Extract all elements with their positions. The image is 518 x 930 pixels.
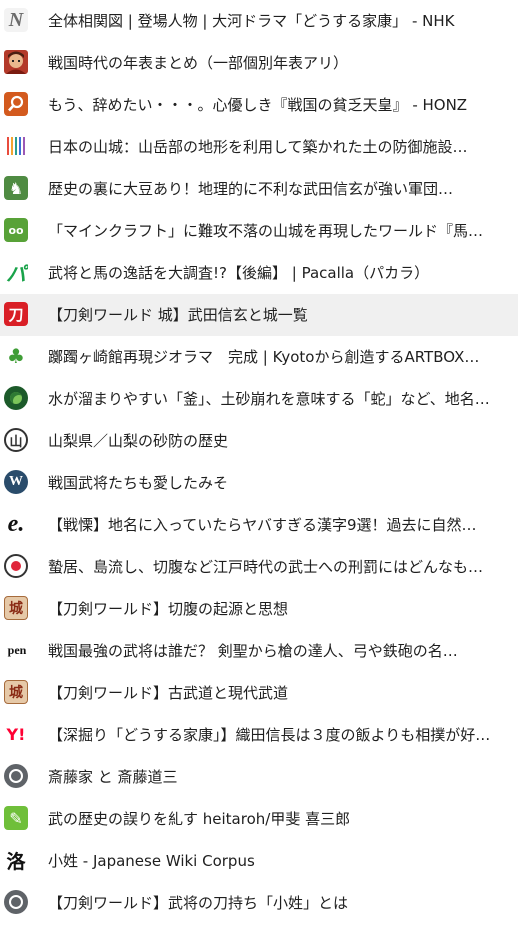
history-item[interactable]: W 戦国武将たちも愛したみそ [0, 462, 518, 504]
history-item-title: 水が溜まりやすい「釜」、土砂崩れを意味する「蛇」など、地名… [48, 390, 490, 408]
history-item-title: 歴史の裏に大豆あり！地理的に不利な武田信玄が強い軍団… [48, 180, 454, 198]
history-item[interactable]: 山 山梨県／山梨の砂防の歴史 [0, 420, 518, 462]
history-item-title: 日本の山城：山岳部の地形を利用して築かれた土の防御施設… [48, 138, 468, 156]
history-item[interactable]: oo 「マインクラフト」に難攻不落の山城を再現したワールド『馬城』… [0, 210, 518, 252]
history-item[interactable]: パ 武将と馬の逸話を大調査!?【後編】 | Pacalla（パカラ） [0, 252, 518, 294]
magnifier-icon [4, 92, 28, 116]
history-item-title: 【深掘り「どうする家康」】織田信長は３度の飯よりも相撲が好… [48, 726, 491, 744]
history-item-title: 「マインクラフト」に難攻不落の山城を再現したワールド『馬城』… [48, 222, 498, 240]
history-item-title: もう、辞めたい・・・。心優しき『戦国の貧乏天皇』 - HONZ [48, 96, 468, 114]
history-item[interactable]: pen 戦国最強の武将は誰だ？ 剣聖から槍の達人、弓や鉄砲の名… [0, 630, 518, 672]
history-item[interactable]: N 全体相関図 | 登場人物 | 大河ドラマ「どうする家康」 - NHK [0, 0, 518, 42]
history-item[interactable]: ✎ 武の歴史の誤りを糺す heitaroh/甲斐 喜三郎 [0, 798, 518, 840]
history-item-title: 【刀剣ワールド 城】武田信玄と城一覧 [48, 306, 308, 324]
owl-icon: ♣ [4, 344, 28, 368]
history-item[interactable]: 城 【刀剣ワールド】切腹の起源と思想 [0, 588, 518, 630]
history-item-title: 戦国最強の武将は誰だ？ 剣聖から槍の達人、弓や鉄砲の名… [48, 642, 458, 660]
history-item-title: 山梨県／山梨の砂防の歴史 [48, 432, 229, 450]
camel-icon: ♞ [4, 176, 28, 200]
history-item-title: 武の歴史の誤りを糺す heitaroh/甲斐 喜三郎 [48, 810, 351, 828]
history-item-title: 戦国武将たちも愛したみそ [48, 474, 229, 492]
history-item[interactable]: 斎藤家 と 斎藤道三 [0, 756, 518, 798]
history-item[interactable]: 洛 小姓 - Japanese Wiki Corpus [0, 840, 518, 882]
history-item[interactable]: 蟄居、島流し、切腹など江戸時代の武士への刑罰にはどんなも… [0, 546, 518, 588]
history-item-title: 【戦慄】地名に入っていたらヤバすぎる漢字9選！過去に自然… [48, 516, 477, 534]
yahoo-icon: Y! [4, 722, 28, 746]
crest-icon: 山 [4, 428, 28, 452]
leaf-icon: ✎ [4, 806, 28, 830]
history-item-title: 【刀剣ワールド】古武道と現代武道 [48, 684, 289, 702]
touken-castle-icon: 城 [4, 680, 28, 704]
target-icon [4, 554, 28, 578]
history-item[interactable]: 戦国時代の年表まとめ（一部個別年表アリ） [0, 42, 518, 84]
history-item[interactable]: Y! 【深掘り「どうする家康」】織田信長は３度の飯よりも相撲が好… [0, 714, 518, 756]
swirl-icon [4, 386, 28, 410]
touken-castle-icon: 城 [4, 596, 28, 620]
history-item[interactable]: 日本の山城：山岳部の地形を利用して築かれた土の防御施設… [0, 126, 518, 168]
color-bars-icon [4, 134, 28, 158]
minecraft-icon: oo [4, 218, 28, 242]
nhk-icon: N [4, 8, 28, 32]
history-item[interactable]: ♞ 歴史の裏に大豆あり！地理的に不利な武田信玄が強い軍団… [0, 168, 518, 210]
portrait-icon [4, 50, 28, 74]
history-item-title: 【刀剣ワールド】武将の刀持ち「小姓」とは [48, 894, 349, 912]
history-item-title: 武将と馬の逸話を大調査!?【後編】 | Pacalla（パカラ） [48, 264, 430, 282]
history-item-title: 蟄居、島流し、切腹など江戸時代の武士への刑罰にはどんなも… [48, 558, 484, 576]
wordpress-icon: W [4, 470, 28, 494]
history-item-selected[interactable]: 刀 【刀剣ワールド 城】武田信玄と城一覧 [0, 294, 518, 336]
kanji-icon: 洛 [4, 848, 28, 872]
globe-icon [4, 890, 28, 914]
history-item-title: 戦国時代の年表まとめ（一部個別年表アリ） [48, 54, 349, 72]
history-item[interactable]: 【刀剣ワールド】武将の刀持ち「小姓」とは [0, 882, 518, 924]
history-item-title: 斎藤家 と 斎藤道三 [48, 768, 178, 786]
history-item-title: 全体相関図 | 登場人物 | 大河ドラマ「どうする家康」 - NHK [48, 12, 455, 30]
history-item-title: 【刀剣ワールド】切腹の起源と思想 [48, 600, 289, 618]
history-item-title: 小姓 - Japanese Wiki Corpus [48, 852, 255, 870]
history-item[interactable]: 城 【刀剣ワールド】古武道と現代武道 [0, 672, 518, 714]
history-item-title: 躑躅ヶ崎館再現ジオラマ 完成 | Kyotoから創造するARTBOX… [48, 348, 480, 366]
touken-icon: 刀 [4, 302, 28, 326]
history-item[interactable]: e. 【戦慄】地名に入っていたらヤバすぎる漢字9選！過去に自然… [0, 504, 518, 546]
history-item[interactable]: 水が溜まりやすい「釜」、土砂崩れを意味する「蛇」など、地名… [0, 378, 518, 420]
globe-icon [4, 764, 28, 788]
pacalla-icon: パ [4, 260, 28, 284]
history-item[interactable]: ♣ 躑躅ヶ崎館再現ジオラマ 完成 | Kyotoから創造するARTBOX… [0, 336, 518, 378]
pen-icon: pen [2, 638, 32, 662]
history-item[interactable]: もう、辞めたい・・・。心優しき『戦国の貧乏天皇』 - HONZ [0, 84, 518, 126]
excite-icon: e. [4, 512, 28, 536]
